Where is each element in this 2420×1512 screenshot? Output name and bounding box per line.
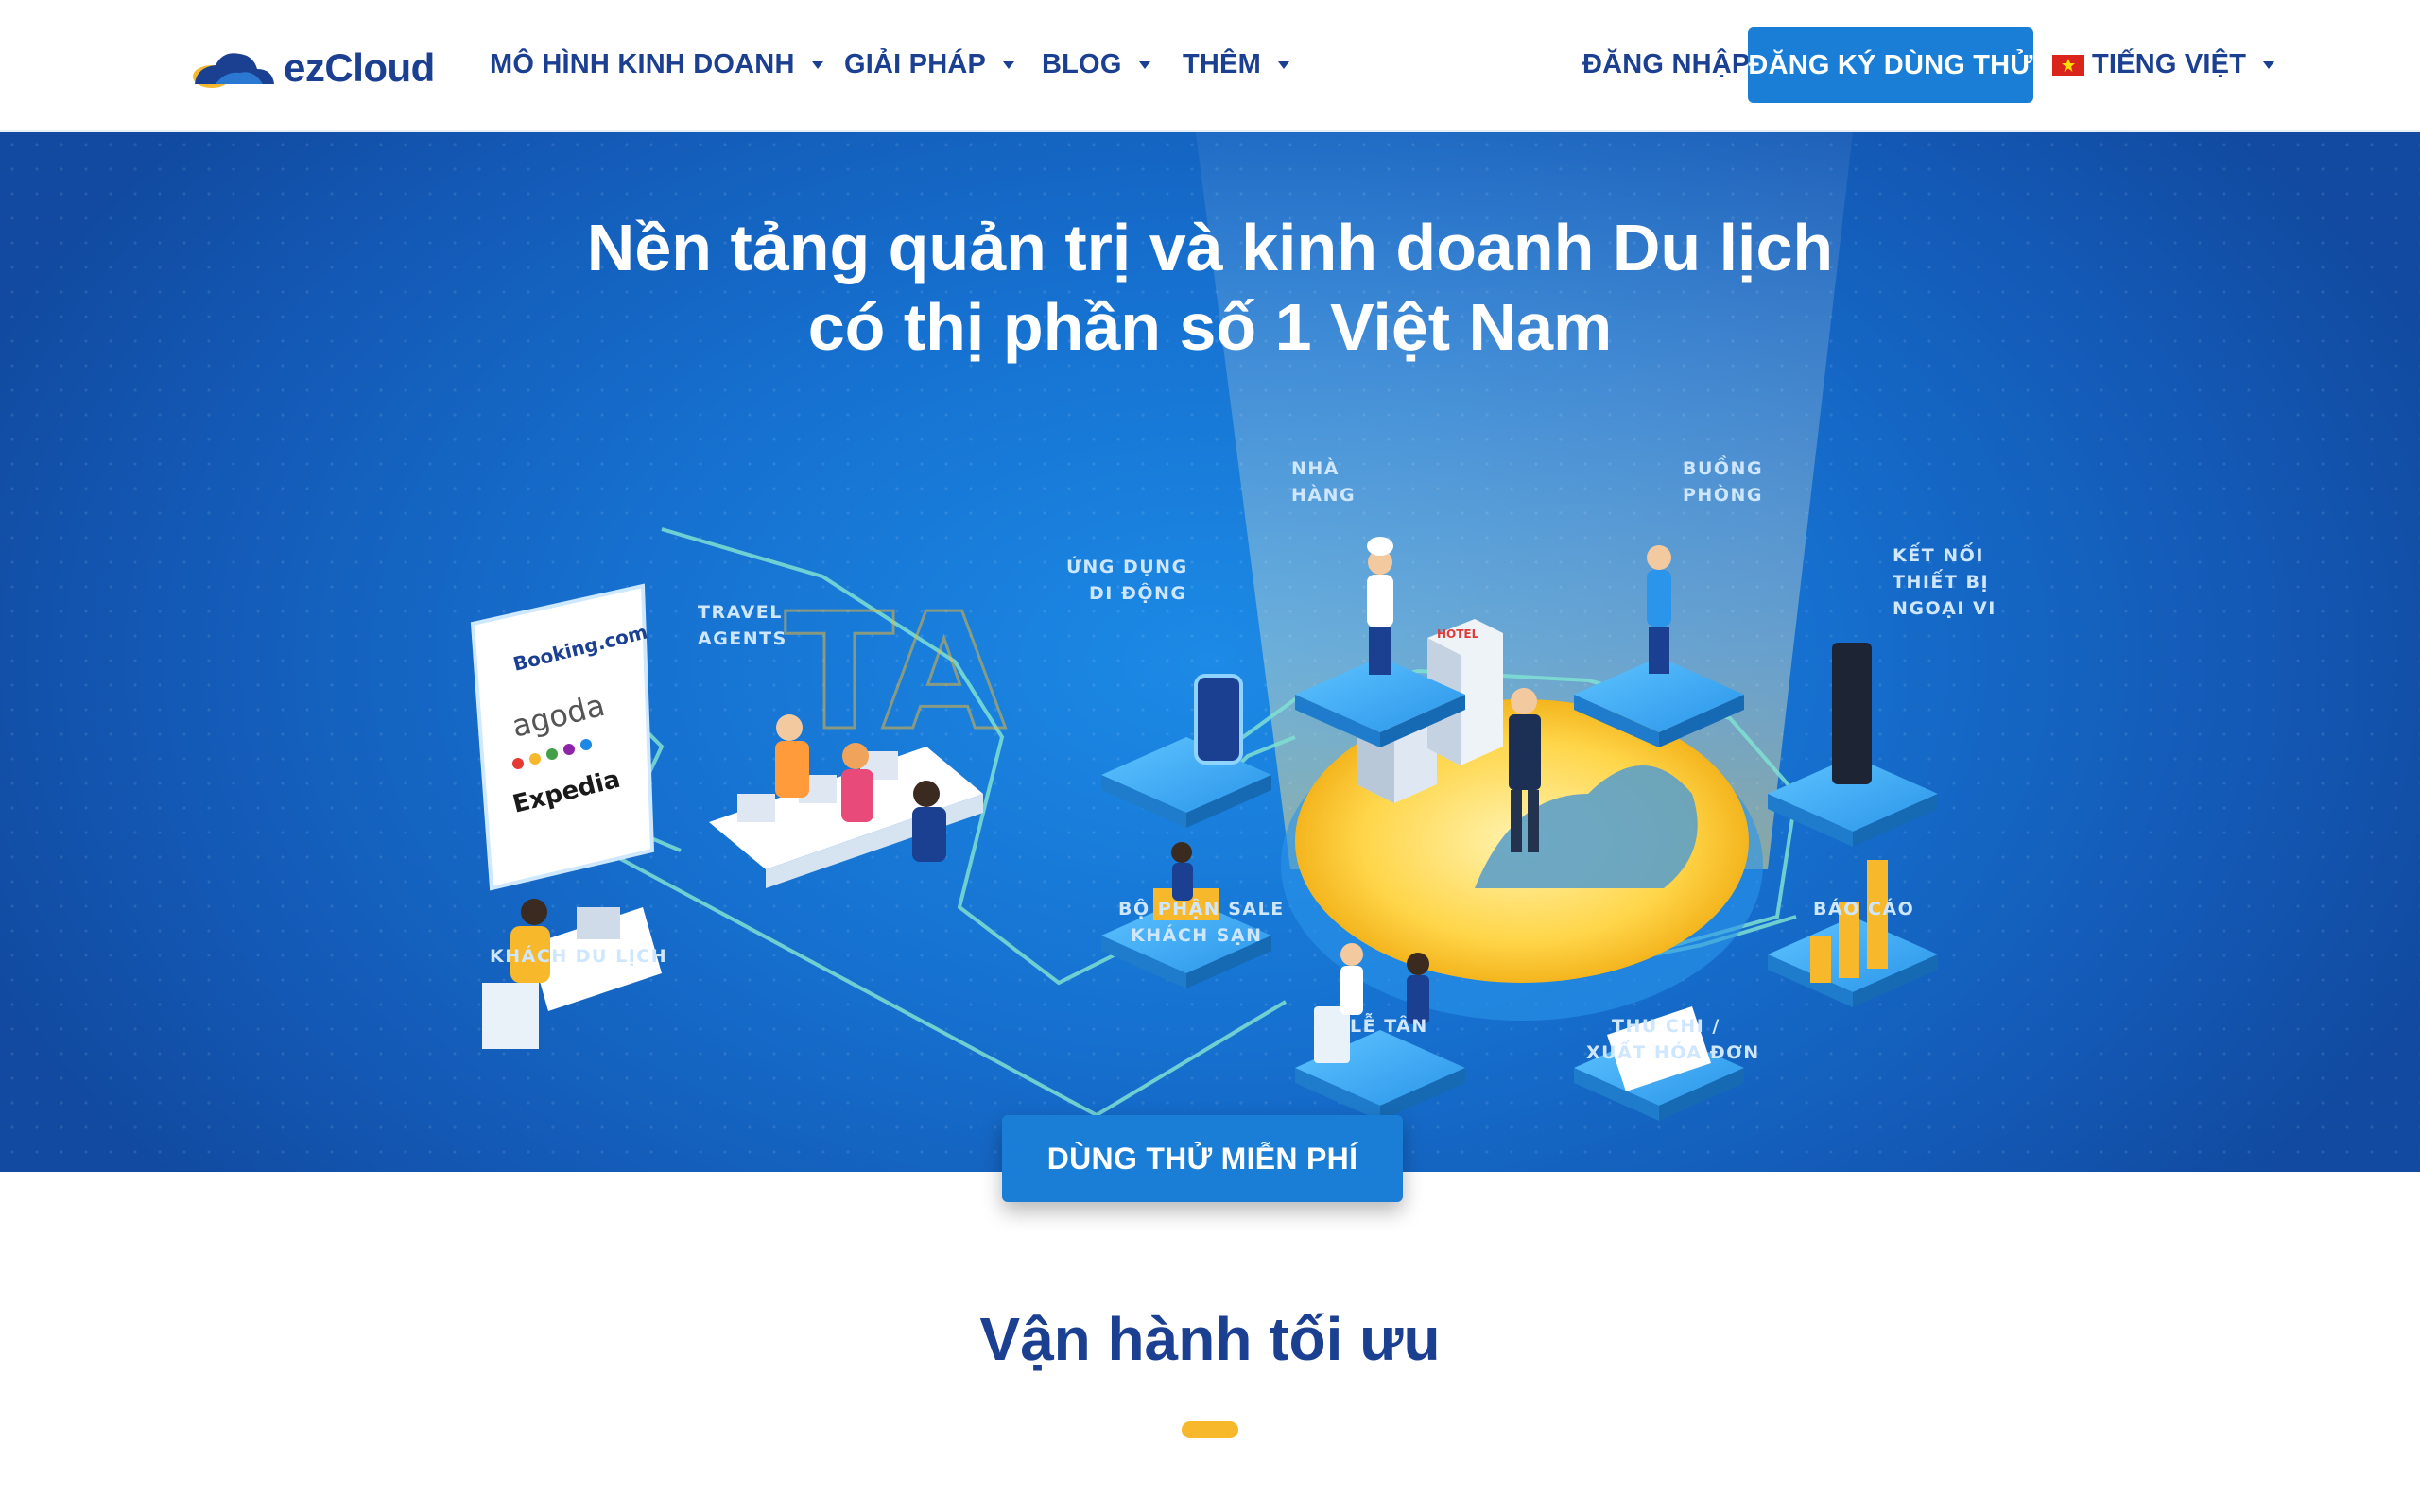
chef-hat-icon — [1367, 537, 1393, 556]
label-restaurant-2: HÀNG — [1291, 484, 1356, 506]
label-sales-1: BỘ PHẬN SALE — [1118, 897, 1285, 919]
nav-item-label: MÔ HÌNH KINH DOANH — [490, 49, 795, 79]
ta-letters: TA — [785, 579, 1006, 766]
free-trial-label: DÙNG THỬ MIỄN PHÍ — [1046, 1141, 1358, 1176]
luggage-icon — [1314, 1006, 1350, 1063]
chevron-down-icon — [1277, 60, 1289, 69]
cloud-icon — [187, 46, 278, 90]
nav-item-label: GIẢI PHÁP — [844, 49, 987, 79]
register-trial-button[interactable]: ĐĂNG KÝ DÙNG THỬ — [1748, 27, 2033, 103]
free-trial-button[interactable]: DÙNG THỬ MIỄN PHÍ — [1002, 1115, 1403, 1202]
section-title: Vận hành tối ưu — [979, 1305, 1441, 1373]
section-accent-bar — [1182, 1421, 1238, 1438]
hero-banner: HOTEL Booking.com agoda Expedia TA TRAVE… — [0, 132, 2420, 1172]
hero-title-line-2: có thị phần số 1 Việt Nam — [807, 290, 1613, 364]
nav-item-label: BLOG — [1042, 49, 1122, 79]
chevron-down-icon — [811, 60, 823, 69]
label-travel-agents-2: AGENTS — [698, 628, 787, 649]
label-devices-3: NGOẠI VI — [1893, 598, 1996, 619]
smartphone-icon — [1194, 674, 1243, 765]
label-restaurant-1: NHÀ — [1291, 457, 1340, 479]
ota-panel: Booking.com agoda Expedia — [470, 583, 655, 891]
tile-mobile-app — [1101, 737, 1271, 828]
hotel-sign: HOTEL — [1437, 627, 1479, 641]
brand-name: ezCloud — [284, 45, 435, 90]
register-trial-label: ĐĂNG KÝ DÙNG THỬ — [1748, 49, 2033, 80]
nav-item-blog[interactable]: BLOG — [1042, 49, 1150, 80]
login-label: ĐĂNG NHẬP — [1582, 49, 1751, 79]
nav-item-solutions[interactable]: GIẢI PHÁP — [844, 49, 1015, 80]
nav-item-business-models[interactable]: MÔ HÌNH KINH DOANH — [490, 49, 823, 80]
label-devices-2: THIẾT BỊ — [1893, 568, 1989, 593]
label-finance-2: XUẤT HÓA ĐƠN — [1586, 1039, 1760, 1063]
label-traveler: KHÁCH DU LỊCH — [490, 945, 667, 967]
language-selector[interactable]: TIẾNG VIỆT — [2052, 49, 2275, 80]
hero-title: Nền tảng quản trị và kinh doanh Du lịch … — [0, 208, 2420, 367]
label-sales-2: KHÁCH SẠN — [1131, 924, 1263, 946]
label-housekeeping-2: PHÒNG — [1683, 483, 1763, 506]
label-devices-1: KẾT NỐI — [1893, 541, 1984, 566]
bar-chart-icon — [1810, 860, 1888, 983]
chevron-down-icon — [2263, 60, 2275, 69]
nav-item-label: THÊM — [1183, 49, 1261, 79]
language-label: TIẾNG VIỆT — [2092, 49, 2247, 79]
travel-agents-desk: TA — [709, 578, 1008, 888]
label-reports: BÁO CÁO — [1813, 898, 1914, 919]
brand-logo[interactable]: ezCloud — [187, 42, 435, 94]
label-travel-agents-1: TRAVEL — [698, 602, 783, 623]
label-mobile-app-1: ỨNG DỤNG — [1066, 555, 1188, 577]
label-mobile-app-2: DI ĐỘNG — [1089, 581, 1187, 604]
nav-item-more[interactable]: THÊM — [1183, 49, 1289, 80]
door-lock-icon — [1832, 643, 1872, 784]
login-link[interactable]: ĐĂNG NHẬP — [1582, 49, 1750, 80]
hero-title-line-1: Nền tảng quản trị và kinh doanh Du lịch — [586, 211, 1834, 284]
label-reception: LỄ TÂN — [1350, 1011, 1428, 1037]
vietnam-flag-icon — [2052, 54, 2084, 76]
site-header: ezCloud MÔ HÌNH KINH DOANH GIẢI PHÁP BLO… — [0, 0, 2420, 132]
chevron-down-icon — [1138, 60, 1150, 69]
label-finance-1: THU CHI / — [1612, 1016, 1720, 1037]
chevron-down-icon — [1003, 60, 1015, 69]
label-housekeeping-1: BUỒNG — [1683, 455, 1763, 479]
traveler-desk — [482, 899, 662, 1049]
